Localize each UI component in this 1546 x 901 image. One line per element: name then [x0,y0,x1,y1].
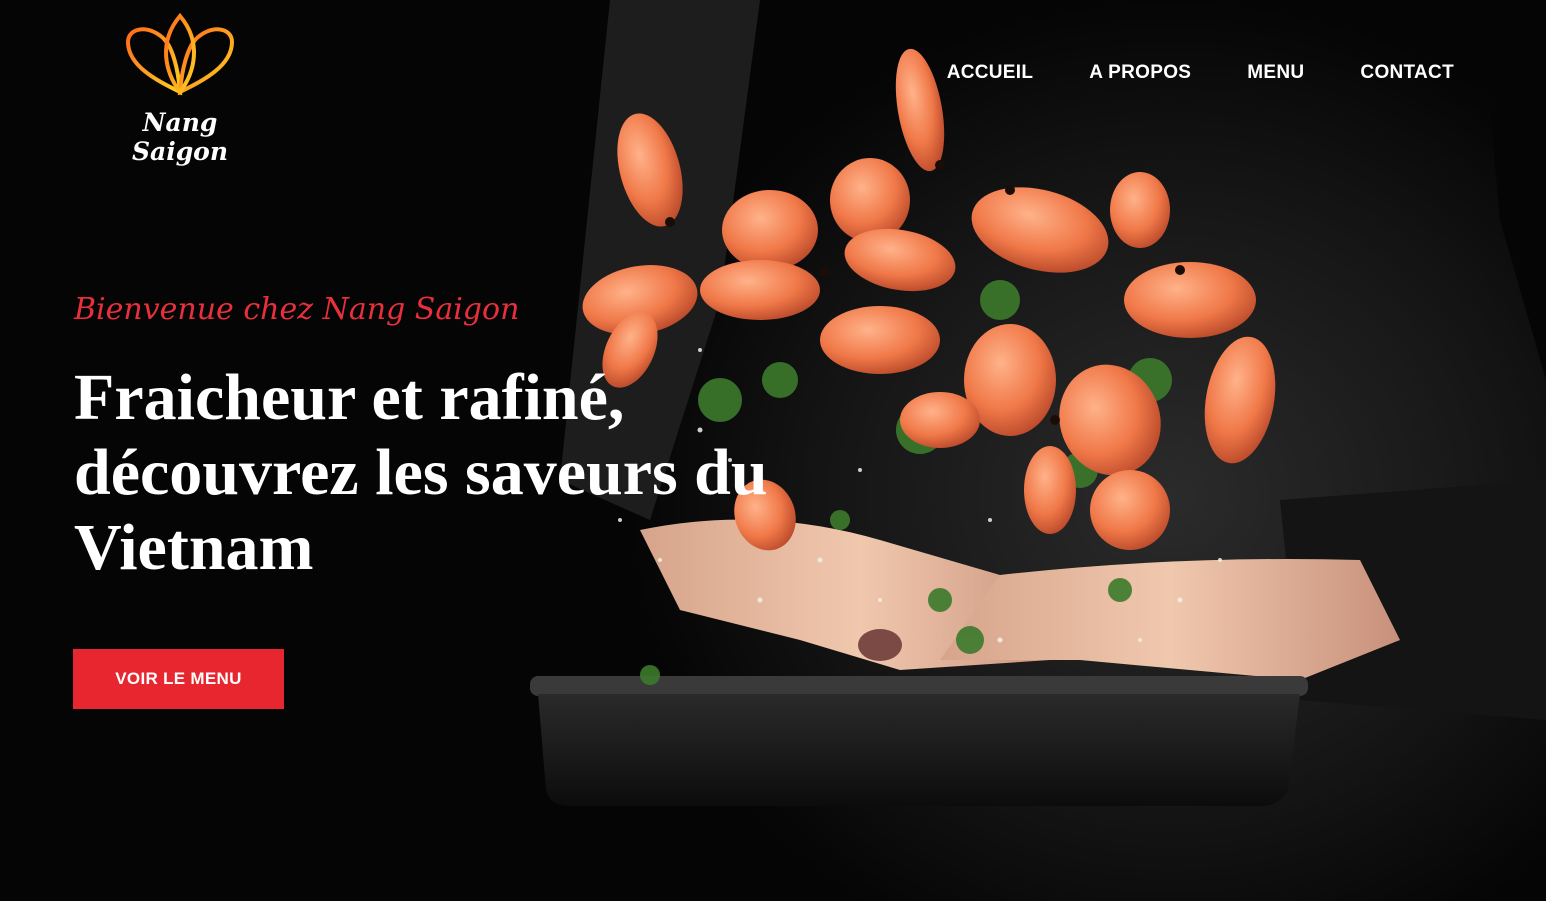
nav-item-a-propos[interactable]: A PROPOS [1089,62,1191,84]
lotus-outline-icon [125,12,235,96]
brand-logo[interactable]: Nang Saigon [100,12,260,166]
brand-name: Nang Saigon [131,108,229,166]
view-menu-button[interactable]: VOIR LE MENU [73,649,284,709]
hero-headline: Fraicheur et rafiné, découvrez les saveu… [74,361,768,584]
page: Nang Saigon ACCUEIL A PROPOS MENU CONTAC… [0,0,1546,901]
nav-item-accueil[interactable]: ACCUEIL [947,62,1034,84]
main-nav: ACCUEIL A PROPOS MENU CONTACT [947,62,1454,84]
hero-welcome-text: Bienvenue chez Nang Saigon [74,292,520,327]
nav-item-menu[interactable]: MENU [1247,62,1304,84]
nav-item-contact[interactable]: CONTACT [1360,62,1454,84]
